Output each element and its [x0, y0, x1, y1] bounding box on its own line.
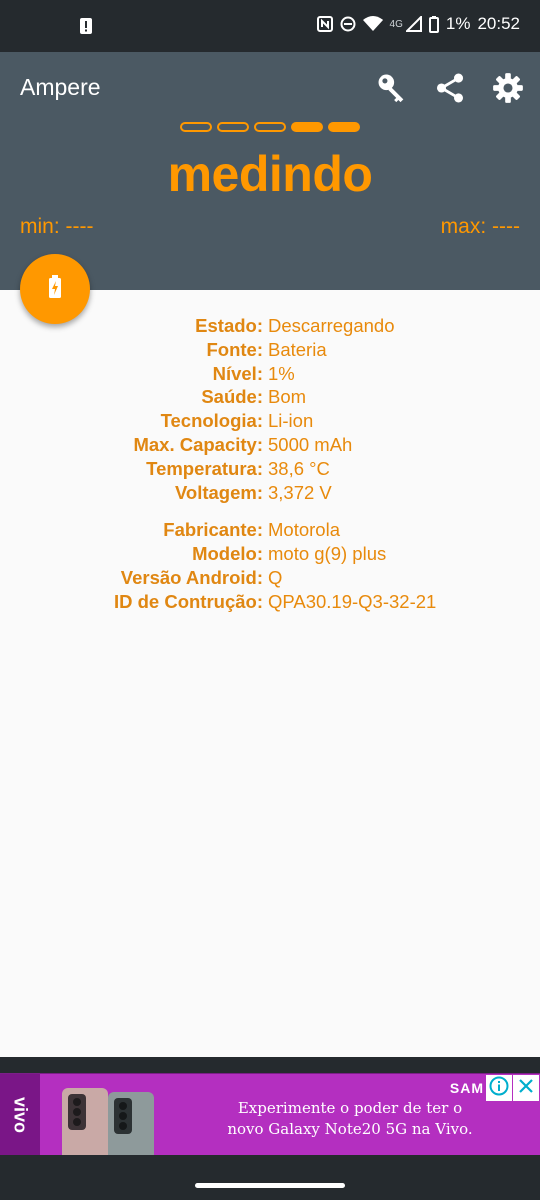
wifi-icon: [362, 16, 383, 32]
info-value: Q: [268, 566, 283, 588]
max-value: max: ----: [440, 215, 520, 238]
info-value: Bateria: [268, 338, 327, 360]
ad-close-button[interactable]: [513, 1075, 539, 1101]
info-label: Fabricante:: [163, 519, 263, 541]
min-value: min: ----: [20, 215, 94, 238]
nfc-icon: [316, 16, 333, 32]
info-value: 38,6 °C: [268, 457, 330, 479]
close-icon: [518, 1078, 534, 1099]
info-value: Motorola: [268, 519, 340, 541]
info-label: Estado:: [195, 315, 263, 336]
progress-dot: [291, 122, 323, 132]
info-value: 5000 mAh: [268, 433, 353, 455]
battery-icon: [428, 15, 439, 33]
ad-info-button[interactable]: [486, 1075, 512, 1101]
info-label: ID de Contrução:: [113, 590, 263, 612]
info-row-tecnologia: Tecnologia: Li-ion: [0, 409, 540, 433]
info-label: Modelo:: [192, 543, 263, 565]
info-row-fonte: Fonte: Bateria: [0, 338, 540, 362]
progress-dot: [180, 122, 212, 132]
progress-dot: [254, 122, 286, 132]
ad-sponsor: SAM: [449, 1080, 484, 1096]
info-label: Fonte:: [206, 338, 263, 360]
ad-text: Experimente o poder de ter o novo Galaxy…: [200, 1098, 500, 1140]
info-row-nivel: Nível: 1%: [0, 362, 540, 386]
gear-icon[interactable]: [488, 68, 528, 108]
info-value: 1%: [268, 362, 295, 384]
measurement-status: medindo: [167, 146, 373, 202]
info-row-modelo: Modelo: moto g(9) plus: [0, 542, 540, 566]
info-value: QPA30.19-Q3-32-21: [268, 590, 437, 612]
app-title: Ampere: [20, 74, 101, 100]
home-indicator[interactable]: [195, 1183, 345, 1188]
info-row-voltagem: Voltagem: 3,372 V: [0, 481, 540, 505]
ad-line-2: novo Galaxy Note20 5G na Vivo.: [227, 1120, 473, 1138]
info-label: Tecnologia:: [160, 410, 263, 432]
info-value: moto g(9) plus: [268, 543, 387, 565]
info-row-estado: Estado: Descarregando: [0, 314, 540, 338]
info-label: Versão Android:: [120, 566, 263, 588]
clock: 20:52: [477, 14, 520, 33]
network-type: 4G: [389, 18, 403, 30]
info-row-android: Versão Android: Q: [0, 566, 540, 590]
progress-dot: [217, 122, 249, 132]
info-label: Temperatura:: [146, 457, 263, 479]
battery-info-list: Estado: Descarregando Fonte: Bateria Nível…: [0, 314, 540, 614]
info-label: Max. Capacity:: [133, 433, 263, 455]
share-icon[interactable]: [430, 68, 470, 108]
ad-banner[interactable]: vivo SAM Experimente o poder de ter o no…: [0, 1073, 540, 1155]
ad-brand-logo: vivo: [0, 1074, 40, 1155]
info-row-capacity: Max. Capacity: 5000 mAh: [0, 433, 540, 457]
info-row-saude: Saúde: Bom: [0, 385, 540, 409]
info-value: Bom: [268, 386, 307, 408]
signal-icon: [405, 16, 422, 32]
phone-image: [58, 1082, 178, 1155]
info-row-fabricante: Fabricante: Motorola: [0, 518, 540, 542]
info-value: Descarregando: [268, 315, 395, 336]
info-icon: [489, 1076, 509, 1101]
do-not-disturb-icon: [340, 16, 356, 32]
info-label: Saúde:: [201, 386, 263, 408]
ad-line-1: Experimente o poder de ter o: [237, 1099, 463, 1117]
notification-alert-icon: [80, 18, 92, 39]
info-row-build-id: ID de Contrução: QPA30.19-Q3-32-21: [0, 590, 540, 614]
info-value: Li-ion: [268, 410, 314, 432]
key-icon[interactable]: [372, 68, 412, 108]
info-value: 3,372 V: [268, 481, 332, 503]
battery-charging-icon: [48, 274, 62, 304]
info-row-temperatura: Temperatura: 38,6 °C: [0, 457, 540, 481]
status-bar: 4G 1% 20:52: [0, 0, 540, 52]
measurement-progress: [180, 122, 360, 132]
battery-percent: 1%: [445, 14, 471, 33]
info-label: Voltagem:: [174, 481, 263, 503]
app-header: Ampere medindo min: ---- max: ----: [0, 52, 540, 290]
progress-dot: [328, 122, 360, 132]
info-label: Nível:: [212, 362, 263, 384]
